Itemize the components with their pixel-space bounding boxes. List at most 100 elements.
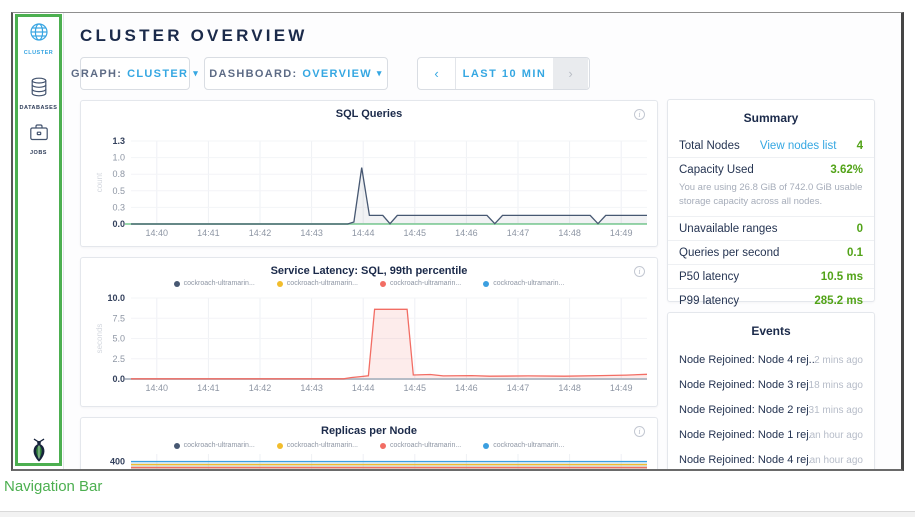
time-range-label[interactable]: LAST 10 MIN: [456, 58, 553, 89]
metric-label: Capacity Used: [679, 164, 754, 176]
event-row[interactable]: Node Rejoined: Node 4 rej... 2 mins ago: [668, 347, 874, 372]
metric-value: 285.2 ms: [814, 295, 863, 307]
sidebar-item-jobs[interactable]: JOBS: [13, 123, 64, 156]
metric-row-queries-per-second: Queries per second 0.1: [668, 240, 874, 264]
svg-text:14:44: 14:44: [352, 228, 375, 238]
cockroachdb-logo-icon: [28, 438, 50, 468]
svg-text:0.5: 0.5: [112, 186, 125, 196]
sidebar-item-label: DATABASES: [20, 105, 58, 111]
event-time: an hour ago: [810, 430, 863, 441]
graph-dropdown-label: GRAPH:: [71, 68, 122, 80]
svg-text:14:45: 14:45: [404, 228, 427, 238]
svg-text:7.5: 7.5: [112, 313, 125, 323]
navigation-bar-caption: Navigation Bar: [4, 478, 102, 495]
dashboard-dropdown-label: DASHBOARD:: [209, 68, 297, 80]
time-range-selector: ‹ LAST 10 MIN ›: [417, 57, 590, 90]
metric-row-p99-latency: P99 latency 285.2 ms: [668, 288, 874, 312]
metric-row-capacity-used: Capacity Used 3.62%: [668, 157, 874, 181]
svg-text:14:48: 14:48: [558, 228, 581, 238]
chevron-left-icon: ‹: [434, 66, 438, 81]
metric-row-unavailable-ranges: Unavailable ranges 0: [668, 216, 874, 240]
event-label: Node Rejoined: Node 4 rej...: [679, 354, 814, 366]
capacity-used-subtext: You are using 26.8 GiB of 742.0 GiB usab…: [668, 181, 874, 216]
event-time: 31 mins ago: [809, 405, 863, 416]
event-label: Node Rejoined: Node 1 rej...: [679, 429, 810, 441]
svg-text:14:43: 14:43: [300, 383, 323, 393]
service-latency-chart-card: Service Latency: SQL, 99th percentile i …: [80, 257, 658, 407]
graph-dropdown-value: CLUSTER: [127, 68, 188, 80]
svg-text:14:46: 14:46: [455, 383, 478, 393]
navigation-sidebar: CLUSTER DATABASES JOBS: [13, 13, 64, 469]
chevron-down-icon: ▾: [377, 68, 383, 79]
sidebar-item-label: CLUSTER: [24, 50, 53, 56]
svg-text:1.3: 1.3: [112, 136, 125, 146]
metric-row-total-nodes: Total Nodes View nodes list 4: [668, 134, 874, 157]
svg-text:14:48: 14:48: [558, 383, 581, 393]
metric-label: Queries per second: [679, 247, 779, 259]
chevron-right-icon: ›: [568, 66, 572, 81]
svg-text:5.0: 5.0: [112, 334, 125, 344]
dashboard-dropdown[interactable]: DASHBOARD: OVERVIEW ▾: [204, 57, 388, 90]
svg-text:14:40: 14:40: [146, 383, 169, 393]
metric-value: 3.62%: [830, 164, 863, 176]
dashboard-dropdown-value: OVERVIEW: [302, 68, 372, 80]
cockroachdb-logo[interactable]: [13, 438, 64, 468]
admin-ui-window: CLUSTER DATABASES JOBS: [11, 12, 904, 471]
time-range-next-button[interactable]: ›: [553, 58, 588, 89]
svg-text:1.0: 1.0: [112, 153, 125, 163]
svg-text:count: count: [95, 172, 104, 192]
svg-text:14:40: 14:40: [146, 228, 169, 238]
svg-text:14:45: 14:45: [404, 383, 427, 393]
sidebar-item-cluster[interactable]: CLUSTER: [13, 22, 64, 56]
svg-text:14:47: 14:47: [507, 228, 530, 238]
summary-title: Summary: [668, 100, 874, 134]
svg-text:14:46: 14:46: [455, 228, 478, 238]
metric-label: Unavailable ranges: [679, 223, 777, 235]
metric-row-p50-latency: P50 latency 10.5 ms: [668, 264, 874, 288]
event-label: Node Rejoined: Node 2 rej...: [679, 404, 809, 416]
svg-text:14:42: 14:42: [249, 383, 272, 393]
svg-text:0.0: 0.0: [112, 219, 125, 229]
svg-text:14:43: 14:43: [300, 228, 323, 238]
graph-dropdown[interactable]: GRAPH: CLUSTER ▾: [80, 57, 190, 90]
service-latency-chart: 0.02.55.07.510.014:4014:4114:4214:4314:4…: [81, 258, 659, 413]
svg-text:0.8: 0.8: [112, 169, 125, 179]
event-row[interactable]: Node Rejoined: Node 1 rej... an hour ago: [668, 422, 874, 447]
svg-text:14:47: 14:47: [507, 383, 530, 393]
svg-text:14:49: 14:49: [610, 383, 633, 393]
sidebar-item-label: JOBS: [30, 150, 47, 156]
event-time: 2 mins ago: [814, 355, 863, 366]
replicas-per-node-chart-card: Replicas per Node i cockroach-ultramarin…: [80, 417, 658, 471]
svg-text:14:44: 14:44: [352, 383, 375, 393]
svg-text:14:42: 14:42: [249, 228, 272, 238]
metric-value: 4: [857, 140, 863, 152]
event-label: Node Rejoined: Node 4 rej...: [679, 454, 810, 466]
metric-label: P99 latency: [679, 295, 739, 307]
sql-queries-chart-card: SQL Queries i 0.00.30.50.81.01.314:4014:…: [80, 100, 658, 247]
svg-text:0.0: 0.0: [112, 374, 125, 384]
page-title: CLUSTER OVERVIEW: [80, 26, 308, 46]
summary-panel: Summary Total Nodes View nodes list 4 Ca…: [667, 99, 875, 302]
event-time: an hour ago: [810, 455, 863, 466]
svg-text:2.5: 2.5: [112, 354, 125, 364]
bottom-divider: [0, 511, 915, 517]
metric-value: 10.5 ms: [821, 271, 863, 283]
metric-value: 0.1: [847, 247, 863, 259]
svg-text:14:49: 14:49: [610, 228, 633, 238]
svg-text:0.3: 0.3: [112, 202, 125, 212]
time-range-prev-button[interactable]: ‹: [418, 58, 456, 89]
event-row[interactable]: Node Rejoined: Node 3 rej... 18 mins ago: [668, 372, 874, 397]
view-nodes-list-link[interactable]: View nodes list: [760, 140, 837, 152]
sql-queries-chart: 0.0 0.3 0.5 0.8 1.0 1.3 14:40 14:41 14:42 14:43 14…: [81, 101, 659, 253]
sidebar-item-databases[interactable]: DATABASES: [13, 77, 64, 111]
metric-label: Total Nodes: [679, 140, 740, 152]
event-row[interactable]: Node Rejoined: Node 4 rej... an hour ago: [668, 447, 874, 471]
svg-text:14:41: 14:41: [197, 228, 220, 238]
event-row[interactable]: Node Rejoined: Node 2 rej... 31 mins ago: [668, 397, 874, 422]
globe-icon: [29, 22, 49, 47]
event-time: 18 mins ago: [809, 380, 863, 391]
event-label: Node Rejoined: Node 3 rej...: [679, 379, 809, 391]
svg-text:seconds: seconds: [95, 324, 104, 354]
svg-text:14:41: 14:41: [197, 383, 220, 393]
metric-block-capacity: Capacity Used 3.62% You are using 26.8 G…: [668, 157, 874, 216]
